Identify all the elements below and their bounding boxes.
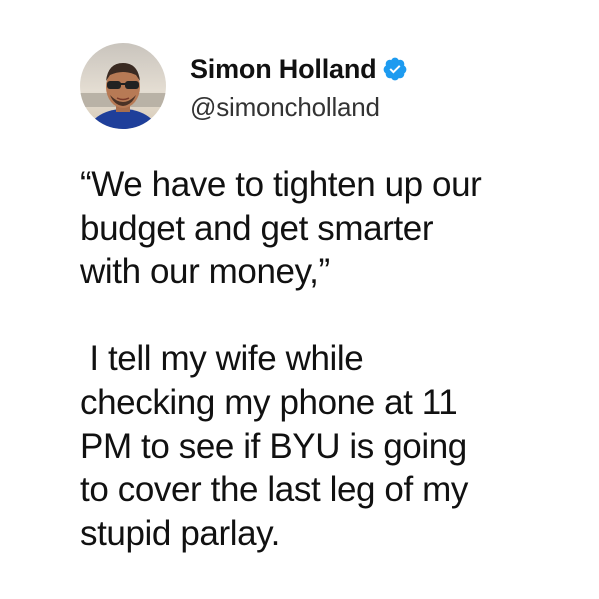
tweet-line: checking my phone at 11 [80, 382, 458, 422]
tweet-line: I tell my wife while [80, 339, 364, 379]
tweet-line: stupid parlay. [80, 513, 280, 553]
tweet-line: with our money,” [80, 252, 330, 292]
verified-badge-icon [382, 56, 408, 82]
tweet-card: Simon Holland @simoncholland “We have to… [0, 0, 599, 599]
tweet-line: budget and get smarter [80, 208, 434, 248]
author-name[interactable]: Simon Holland [190, 54, 377, 85]
tweet-text: “We have to tighten up our budget and ge… [80, 163, 580, 555]
avatar[interactable] [80, 43, 166, 129]
tweet-line: “We have to tighten up our [80, 165, 482, 204]
profile-photo [80, 43, 166, 129]
tweet-line: PM to see if BYU is going [80, 426, 467, 466]
author-name-row: Simon Holland [190, 53, 408, 85]
author-handle[interactable]: @simoncholland [190, 92, 380, 123]
tweet-line: to cover the last leg of my [80, 470, 468, 510]
